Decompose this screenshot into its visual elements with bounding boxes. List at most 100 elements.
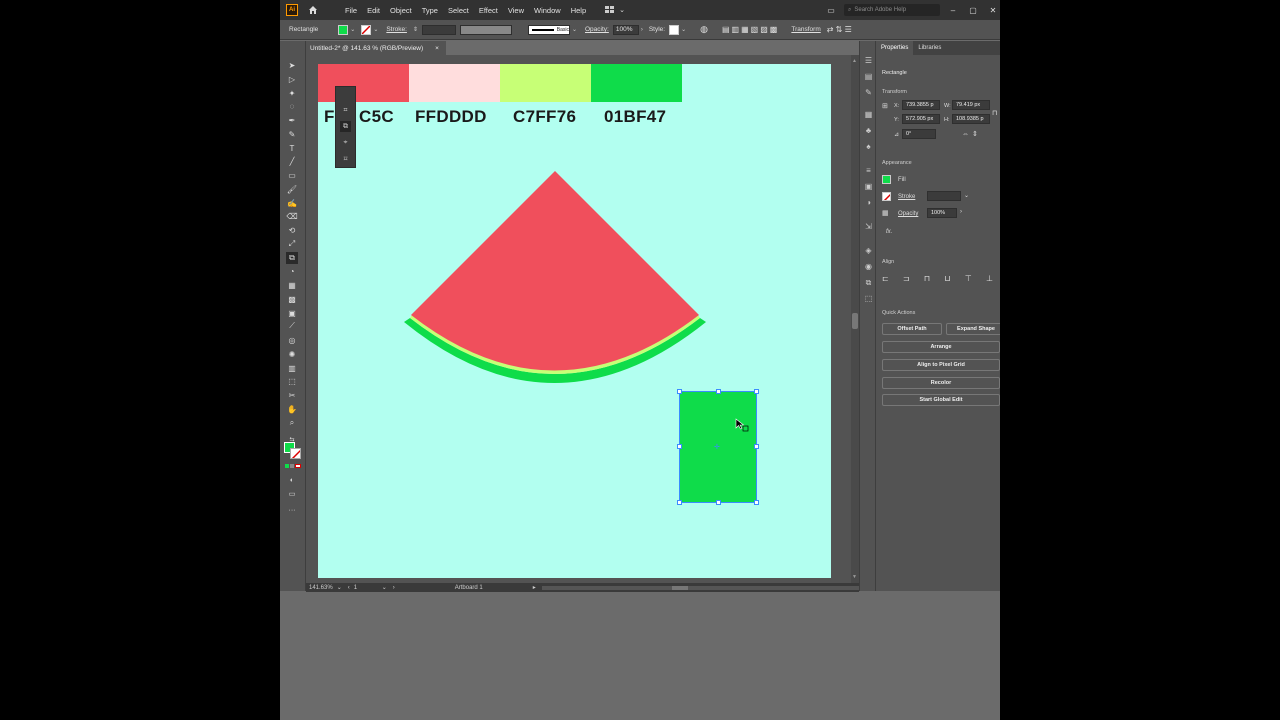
arrange-documents-icon[interactable]: ▭	[824, 3, 838, 17]
artboards-icon[interactable]: ⬚	[863, 293, 874, 304]
links-icon[interactable]: ⧉	[863, 277, 874, 288]
paintbrush-tool-icon[interactable]: 🖌	[286, 183, 298, 195]
stroke-weight-stepper[interactable]: ⇕	[413, 26, 418, 33]
opacity-label-panel[interactable]: Opacity	[898, 211, 918, 217]
menu-file[interactable]: File	[340, 6, 362, 15]
stroke-dropdown-panel-icon[interactable]: ⌄	[964, 192, 969, 199]
link-proportions-icon[interactable]: ⊓	[992, 109, 997, 117]
tab-libraries[interactable]: Libraries	[913, 41, 946, 55]
prev-artboard-icon[interactable]: ‹	[348, 585, 350, 591]
handle-middle-right[interactable]	[754, 444, 759, 449]
tab-properties[interactable]: Properties	[876, 41, 914, 55]
symbol-sprayer-icon[interactable]: ✺	[286, 348, 298, 360]
close-button[interactable]: ✕	[986, 3, 1000, 17]
home-icon[interactable]	[308, 5, 318, 15]
eraser-tool-icon[interactable]: ⌫	[286, 210, 298, 222]
rectangle-tool-icon[interactable]: ▭	[286, 169, 298, 181]
handle-bottom-left[interactable]	[677, 500, 682, 505]
lasso-tool-icon[interactable]: ◌	[286, 100, 298, 112]
recolor-icon[interactable]: ◍	[700, 24, 708, 35]
stroke-color-indicator[interactable]	[290, 448, 301, 459]
menu-type[interactable]: Type	[417, 6, 443, 15]
horizontal-scrollbar[interactable]	[541, 585, 859, 590]
zoom-tool-icon[interactable]: ⌕	[286, 417, 298, 429]
shape-builder-tool-icon[interactable]: ◔	[286, 265, 298, 277]
stroke-panel-icon[interactable]: ≡	[863, 165, 874, 176]
y-field[interactable]: 572.905 px	[902, 114, 940, 124]
screen-mode-icon[interactable]: ▭	[286, 488, 298, 500]
gradient-panel-icon[interactable]: ▣	[863, 181, 874, 192]
menu-select[interactable]: Select	[443, 6, 474, 15]
stroke-label[interactable]: Stroke:	[386, 26, 407, 33]
help-search[interactable]: ⌕ Search Adobe Help	[844, 4, 940, 16]
scroll-up-icon[interactable]: ▲	[852, 58, 857, 64]
slice-tool-icon[interactable]: ✂	[286, 389, 298, 401]
minimize-button[interactable]: –	[946, 3, 960, 17]
transform-link[interactable]: Transform	[791, 26, 820, 33]
offset-path-button[interactable]: Offset Path	[882, 323, 942, 335]
angle-field[interactable]: 0°	[902, 129, 936, 139]
watermelon-flesh[interactable]	[411, 171, 699, 371]
brushes-icon[interactable]: ✎	[863, 87, 874, 98]
stroke-weight-panel[interactable]	[927, 191, 961, 201]
handle-top-right[interactable]	[754, 389, 759, 394]
handle-middle-left[interactable]	[677, 444, 682, 449]
stroke-weight-field[interactable]	[421, 24, 456, 35]
h-scroll-thumb[interactable]	[671, 585, 688, 590]
eyedropper-tool-icon[interactable]: ⟋	[286, 320, 298, 332]
scroll-thumb[interactable]	[852, 313, 858, 329]
libraries-icon[interactable]: ▤	[863, 71, 874, 82]
scale-tool-icon[interactable]: ⤢	[286, 238, 298, 250]
menu-view[interactable]: View	[503, 6, 529, 15]
flip-icons[interactable]: ⇔⇕	[962, 130, 981, 138]
expand-shape-button[interactable]: Expand Shape	[946, 323, 1000, 335]
close-document-icon[interactable]: ×	[435, 45, 439, 52]
gradient-tool-icon[interactable]: ▣	[286, 307, 298, 319]
perspective-grid-icon[interactable]: ▦	[286, 279, 298, 291]
artboard-tool-icon[interactable]: ⬚	[286, 375, 298, 387]
h-field[interactable]: 108.9385 p	[952, 114, 990, 124]
artboard[interactable]: F C5C FFDDDD C7FF76 01BF47 ⌗ ⧉ ⌖ ⌑ ✛	[318, 64, 831, 578]
handle-top-left[interactable]	[677, 389, 682, 394]
more-tools-icon[interactable]: ···	[286, 504, 298, 516]
swatches-icon[interactable]: ▦	[863, 109, 874, 120]
transform-extra-icons[interactable]: ⇄ ⇅ ☰	[827, 25, 852, 34]
opacity-arrow-icon[interactable]: ›	[641, 27, 643, 33]
align-icons[interactable]: ▤▥▦▧▨▩	[722, 25, 779, 34]
maximize-button[interactable]: ▢	[966, 3, 980, 17]
artboard-dropdown-icon[interactable]: ⌄	[382, 584, 387, 591]
mesh-tool-icon[interactable]: ▩	[286, 293, 298, 305]
appearance-icon[interactable]: ◉	[863, 261, 874, 272]
line-tool-icon[interactable]: ╱	[286, 155, 298, 167]
fill-swatch-panel[interactable]	[882, 175, 891, 184]
w-field[interactable]: 79.419 px	[952, 100, 990, 110]
graph-tool-icon[interactable]: ▥	[286, 362, 298, 374]
status-arrow-icon[interactable]: ▸	[533, 584, 536, 591]
fill-swatch[interactable]	[338, 24, 349, 35]
align-buttons-icons[interactable]: ⊏ ⊐ ⊓ ⊔ ⊤ ⊥	[882, 274, 999, 283]
export-icon[interactable]: ⇲	[863, 221, 874, 232]
workspace-switcher[interactable]: ⌄	[605, 6, 625, 14]
handle-top-middle[interactable]	[716, 389, 721, 394]
zoom-level[interactable]: 141.63%	[309, 585, 333, 591]
stroke-dropdown-icon[interactable]: ⌄	[373, 26, 378, 33]
magic-wand-icon[interactable]: ✦	[286, 87, 298, 99]
curvature-tool-icon[interactable]: ✎	[286, 128, 298, 140]
zoom-dropdown-icon[interactable]: ⌄	[337, 584, 342, 591]
menu-effect[interactable]: Effect	[474, 6, 503, 15]
layers-icon[interactable]: ◈	[863, 245, 874, 256]
symbols-icon[interactable]: ♣	[863, 125, 874, 136]
document-tab[interactable]: Untitled-2* @ 141.63 % (RGB/Preview) ×	[306, 41, 446, 55]
draw-mode-icon[interactable]: ◐	[286, 474, 298, 486]
hand-tool-icon[interactable]: ✋	[286, 403, 298, 415]
graphic-style-swatch[interactable]	[669, 24, 680, 35]
opacity-field[interactable]: 100%	[612, 24, 639, 35]
shaper-tool-icon[interactable]: ✍	[286, 197, 298, 209]
graphic-styles-icon[interactable]: ♠	[863, 141, 874, 152]
recolor-button[interactable]: Recolor	[882, 377, 1000, 389]
handle-bottom-middle[interactable]	[716, 500, 721, 505]
stroke-swatch[interactable]	[361, 24, 372, 35]
menu-object[interactable]: Object	[385, 6, 417, 15]
opacity-arrow-panel-icon[interactable]: ›	[960, 209, 962, 215]
scroll-down-icon[interactable]: ▼	[852, 574, 857, 580]
